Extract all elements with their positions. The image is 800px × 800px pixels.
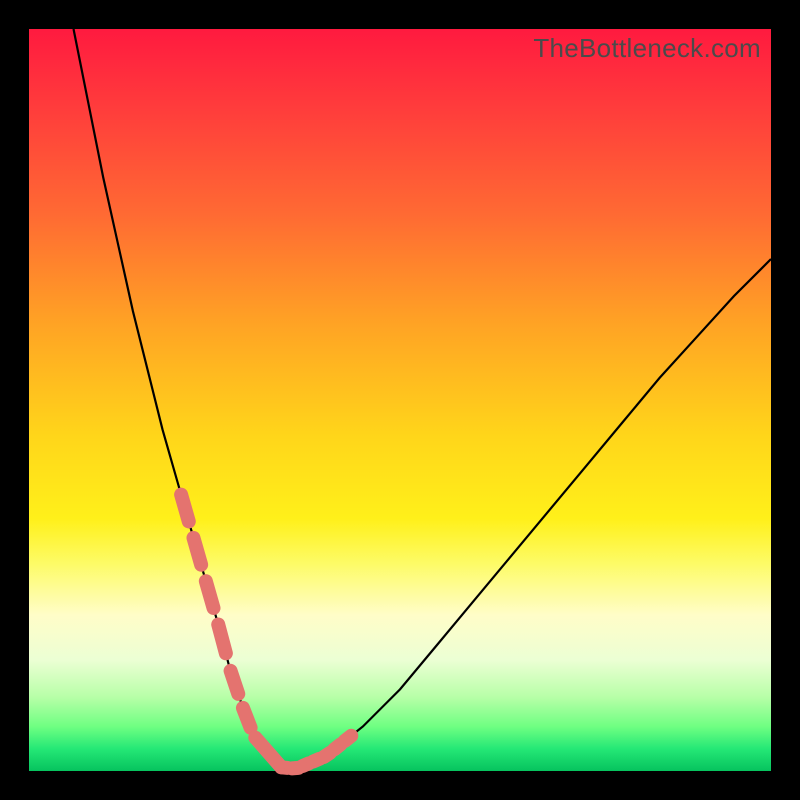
bottleneck-plot (29, 29, 771, 771)
watermark-text: TheBottleneck.com (533, 33, 761, 64)
bottleneck-curve (74, 29, 771, 769)
highlight-markers (181, 495, 351, 769)
chart-area: TheBottleneck.com (29, 29, 771, 771)
